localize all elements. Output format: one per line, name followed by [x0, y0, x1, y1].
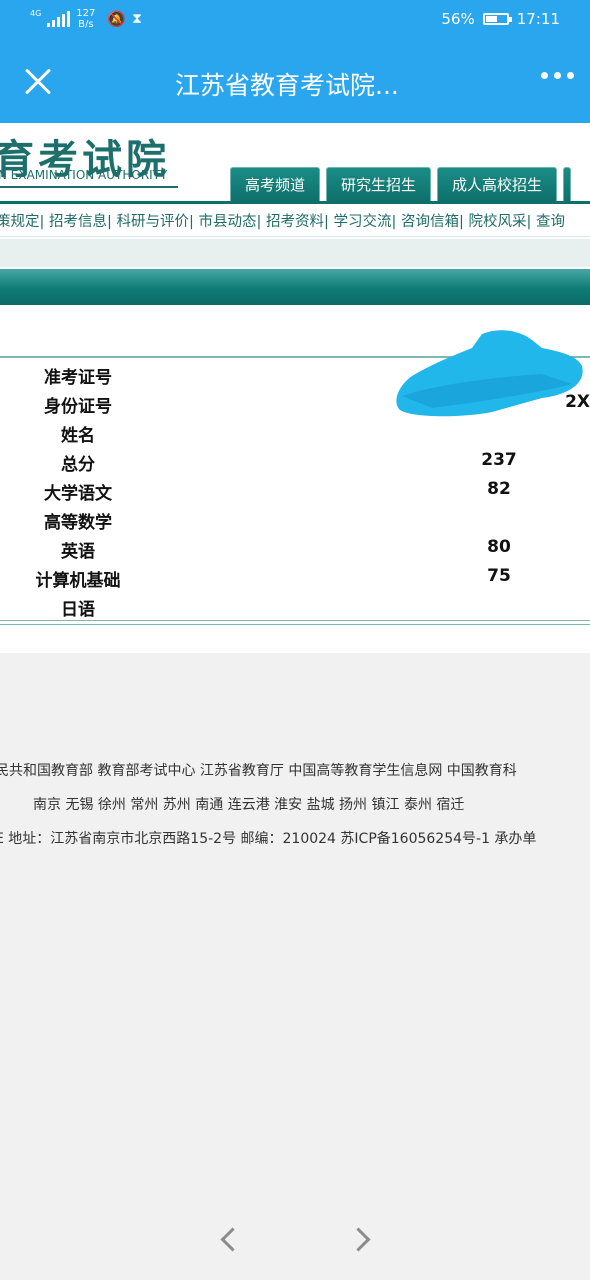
row-label: 总分: [61, 455, 95, 475]
redaction-scribble: [396, 330, 583, 417]
row-label: 身份证号: [44, 397, 112, 417]
table-row: 高等数学: [0, 505, 590, 534]
footer-address: E 地址：江苏省南京市北京西路15-2号 邮编：210024 苏ICP备1605…: [0, 831, 537, 847]
page-title: 江苏省教育考试院...: [175, 71, 399, 100]
status-right: 56% 17:11: [441, 10, 560, 28]
speed-unit: B/s: [78, 19, 94, 30]
row-value: 75: [487, 566, 511, 586]
more-options-icon[interactable]: [541, 72, 574, 79]
network-type: 4G: [30, 9, 42, 18]
table-row: 英语 80: [0, 534, 590, 563]
signal-icon: [47, 11, 71, 27]
hourglass-icon: ⧗: [132, 11, 142, 27]
clock: 17:11: [516, 10, 560, 28]
row-label: 日语: [61, 600, 95, 620]
main-nav: 策规定| 招考信息| 科研与评价| 市县动态| 招考资料| 学习交流| 咨询信箱…: [0, 204, 590, 237]
tab-adult-college[interactable]: 成人高校招生: [437, 167, 558, 202]
app-bar: 江苏省教育考试院...: [0, 44, 590, 120]
forward-arrow-icon[interactable]: [346, 1222, 371, 1256]
network-speed: 127 B/s: [76, 8, 95, 30]
status-left: 4G 127 B/s 🔕 ⧗: [30, 8, 142, 30]
row-label: 准考证号: [44, 368, 112, 388]
tab-overflow[interactable]: [563, 167, 572, 202]
row-label: 计算机基础: [35, 571, 121, 591]
battery-percent: 56%: [441, 10, 475, 28]
table-row: 计算机基础 75: [0, 563, 590, 592]
table-bottom-rule: [0, 620, 590, 625]
logo-underline: [0, 186, 178, 188]
back-arrow-icon[interactable]: [218, 1222, 245, 1256]
row-label: 高等数学: [44, 513, 112, 533]
channel-tabs: 高考频道 研究生招生 成人高校招生: [230, 167, 572, 202]
tab-gaokao[interactable]: 高考频道: [230, 167, 321, 202]
battery-icon: [482, 13, 512, 25]
score-result-table: 准考证号 身份证号 2X 姓名 总分 237 大学语文 82 高等数学 英语 8…: [0, 330, 590, 626]
row-value: 237: [481, 450, 517, 470]
footer-cities[interactable]: 南京 无锡 徐州 常州 苏州 南通 连云港 淮安 盐城 扬州 镇江 泰州 宿迁: [33, 794, 464, 814]
row-label: 英语: [61, 542, 95, 562]
table-row: 大学语文 82: [0, 476, 590, 505]
row-label: 姓名: [61, 426, 95, 446]
row-value: 80: [487, 537, 511, 557]
site-logo-english: N EXAMINATION AUTHORITY: [0, 168, 168, 182]
mute-icon: 🔕: [107, 10, 127, 28]
status-bar: 4G 127 B/s 🔕 ⧗ 56% 17:11: [0, 0, 590, 40]
footer-links[interactable]: 民共和国教育部 教育部考试中心 江苏省教育厅 中国高等教育学生信息网 中国教育科: [0, 760, 517, 780]
tab-graduate[interactable]: 研究生招生: [326, 167, 432, 202]
section-header-band: [0, 269, 590, 305]
table-row: 日语: [0, 592, 590, 621]
speed-value: 127: [76, 8, 96, 19]
row-value: 82: [487, 479, 511, 499]
web-content: 育考试院 N EXAMINATION AUTHORITY 高考频道 研究生招生 …: [0, 123, 590, 653]
close-icon[interactable]: [18, 62, 58, 102]
battery-fill: [485, 16, 497, 22]
table-row: 总分 237: [0, 447, 590, 476]
nav-links[interactable]: 策规定| 招考信息| 科研与评价| 市县动态| 招考资料| 学习交流| 咨询信箱…: [0, 210, 565, 231]
sub-nav-strip: [0, 239, 590, 267]
row-label: 大学语文: [44, 484, 112, 504]
top-bar: 4G 127 B/s 🔕 ⧗ 56% 17:11 江苏省教育考试院...: [0, 0, 590, 123]
